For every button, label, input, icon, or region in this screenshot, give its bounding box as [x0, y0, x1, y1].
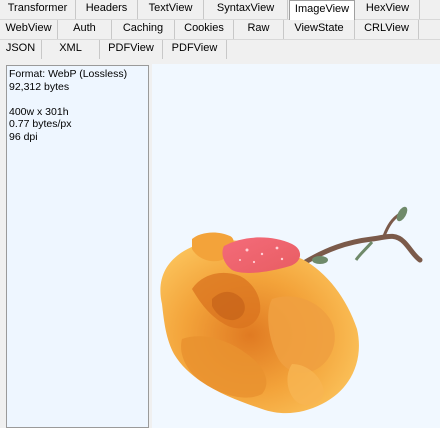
tab-caching[interactable]: Caching: [112, 20, 175, 39]
tab-viewstate[interactable]: ViewState: [284, 20, 355, 39]
tab-row-3: JSON XML PDFView PDFView: [0, 40, 440, 60]
image-format: Format: WebP (Lossless): [9, 68, 128, 80]
tab-transformer[interactable]: Transformer: [0, 0, 76, 19]
tab-crlview[interactable]: CRLView: [355, 20, 419, 39]
tab-textview[interactable]: TextView: [138, 0, 204, 19]
tab-pdfview-2[interactable]: PDFView: [163, 40, 227, 59]
tab-raw[interactable]: Raw: [234, 20, 284, 39]
tab-pdfview-1[interactable]: PDFView: [100, 40, 163, 59]
imageview-content: Format: WebP (Lossless) 92,312 bytes 400…: [0, 62, 440, 428]
image-dimensions: 400w x 301h: [9, 105, 69, 118]
tab-strip: Transformer Headers TextView SyntaxView …: [0, 0, 440, 62]
tab-webview[interactable]: WebView: [0, 20, 58, 39]
tab-headers[interactable]: Headers: [76, 0, 138, 19]
tab-imageview[interactable]: ImageView: [289, 0, 355, 20]
rose-image: [160, 206, 423, 414]
tab-row-2: WebView Auth Caching Cookies Raw ViewSta…: [0, 20, 440, 40]
image-info-panel[interactable]: Format: WebP (Lossless) 92,312 bytes 400…: [6, 65, 149, 428]
image-file-size: 92,312 bytes: [9, 80, 70, 93]
tab-syntaxview[interactable]: SyntaxView: [204, 0, 288, 19]
tab-json[interactable]: JSON: [0, 40, 42, 59]
image-dpi: 96 dpi: [9, 130, 38, 143]
tab-cookies[interactable]: Cookies: [175, 20, 234, 39]
tab-auth[interactable]: Auth: [58, 20, 112, 39]
tab-hexview[interactable]: HexView: [356, 0, 420, 19]
tab-xml[interactable]: XML: [42, 40, 100, 59]
tab-row-1: Transformer Headers TextView SyntaxView …: [0, 0, 440, 20]
image-bytes-per-pixel: 0.77 bytes/px: [9, 118, 72, 130]
image-preview-pane[interactable]: [152, 64, 440, 428]
